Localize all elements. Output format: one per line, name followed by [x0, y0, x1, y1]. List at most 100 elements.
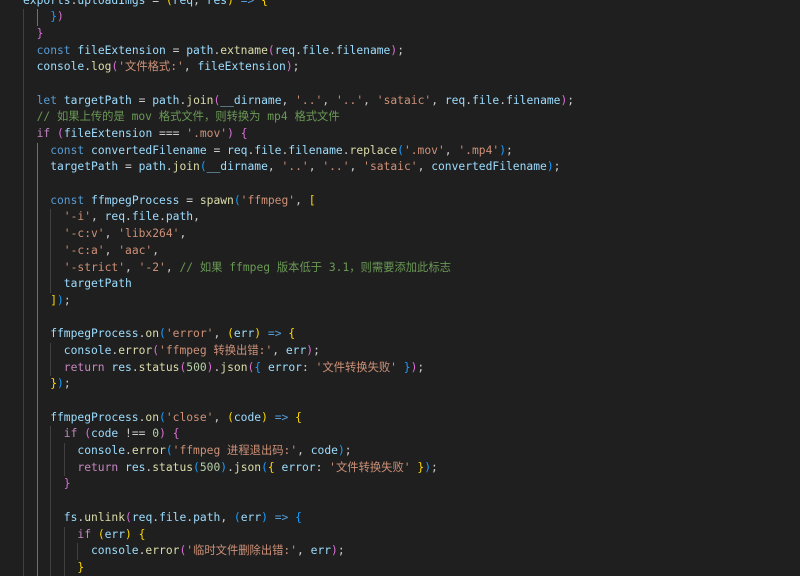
code-token: { — [295, 410, 302, 424]
code-line[interactable]: } — [0, 476, 800, 494]
code-line[interactable]: } — [0, 559, 800, 576]
code-line[interactable] — [0, 393, 800, 410]
indent-guide — [50, 259, 52, 277]
code-line[interactable]: // 如果上传的是 mov 格式文件，则转换为 mp4 格式文件 — [0, 109, 800, 126]
code-line[interactable]: console.error('临时文件删除出错:', err); — [0, 543, 800, 560]
code-line[interactable]: '-c:a', 'aac', — [0, 242, 800, 260]
indent-guide — [23, 92, 24, 110]
code-line[interactable]: targetPath = path.join(__dirname, '..', … — [0, 159, 800, 177]
indent-guide — [50, 493, 52, 510]
indent-guide — [50, 459, 52, 477]
code-token: === — [152, 127, 187, 140]
code-text: '-c:v', 'libx264', — [64, 226, 186, 243]
code-token: '文件格式:' — [118, 60, 184, 74]
code-text: '-i', req.file.path, — [64, 209, 200, 226]
code-line[interactable]: console.error('ffmpeg 转换出错:', err); — [0, 342, 800, 360]
code-line[interactable]: fs.unlink(req.file.path, (err) => { — [0, 509, 800, 527]
code-line[interactable]: exports.uploadImgs = (req, res) => { — [0, 0, 800, 9]
code-editor[interactable]: exports.uploadImgs = (req, res) => {})} c… — [0, 0, 800, 576]
code-token: '..' — [335, 93, 364, 107]
code-token: __dirname — [220, 93, 282, 107]
code-token: ) — [499, 143, 506, 157]
code-token: fileExtension — [63, 127, 153, 140]
code-line[interactable]: console.log('文件格式:', fileExtension); — [0, 59, 800, 76]
code-line[interactable]: if (fileExtension === '.mov') { — [0, 126, 800, 143]
indent-guide — [23, 409, 24, 427]
code-token: ) — [57, 10, 64, 24]
code-line[interactable]: let targetPath = path.join(__dirname, '.… — [0, 92, 800, 110]
indent-guide — [23, 159, 24, 177]
code-line[interactable] — [0, 309, 800, 327]
code-token: file — [131, 210, 160, 224]
code-line[interactable]: return res.status(500).json({ error: '文件… — [0, 359, 800, 377]
code-token: convertedFilename — [431, 160, 547, 174]
indent-guide — [50, 443, 52, 460]
code-line[interactable]: console.error('ffmpeg 进程退出码:', code); — [0, 443, 800, 460]
code-token: , — [363, 93, 377, 107]
indent-guide — [23, 459, 24, 477]
code-token: , — [193, 0, 207, 7]
code-line[interactable] — [0, 176, 800, 193]
code-line[interactable]: }) — [0, 9, 800, 26]
code-text: console.error('ffmpeg 转换出错:', err); — [64, 343, 320, 360]
indent-guide — [50, 509, 52, 527]
code-token: = — [145, 0, 166, 7]
code-text: if (code !== 0) { — [64, 426, 180, 443]
code-token: } — [77, 560, 85, 574]
code-token: console — [36, 60, 85, 74]
code-token: ; — [63, 377, 71, 391]
indent-guide — [23, 142, 24, 160]
code-token: !== — [118, 427, 153, 441]
code-token: ( — [261, 460, 268, 474]
indent-guide — [36, 226, 38, 243]
code-token: => — [233, 0, 255, 7]
code-line[interactable]: '-i', req.file.path, — [0, 209, 800, 227]
indent-guide — [23, 543, 24, 560]
code-token: } — [36, 26, 44, 40]
code-token: { — [240, 127, 248, 140]
code-token: file — [301, 43, 330, 57]
code-line[interactable] — [0, 493, 800, 510]
code-line[interactable]: targetPath — [0, 276, 800, 293]
code-line[interactable] — [0, 75, 800, 93]
code-line[interactable]: const convertedFilename = req.file.filen… — [0, 142, 800, 160]
code-token: ; — [553, 160, 561, 174]
code-token: ) — [227, 127, 234, 140]
code-line[interactable]: ffmpegProcess.on('close', (code) => { — [0, 409, 800, 427]
code-token: ffmpegProcess — [50, 327, 139, 341]
code-token: '.mov' — [403, 143, 445, 157]
code-text: const ffmpegProcess = spawn('ffmpeg', [ — [50, 193, 315, 210]
code-token: // 如果 ffmpeg 版本低于 3.1，则需要添加此标志 — [179, 260, 451, 274]
code-line[interactable]: if (err) { — [0, 526, 800, 544]
code-line[interactable]: return res.status(500).json({ error: '文件… — [0, 459, 800, 477]
code-line[interactable]: const fileExtension = path.extname(req.f… — [0, 42, 800, 60]
code-text: exports.uploadImgs = (req, res) => { — [23, 0, 268, 9]
code-line[interactable]: const ffmpegProcess = spawn('ffmpeg', [ — [0, 192, 800, 210]
code-line[interactable]: }); — [0, 376, 800, 393]
code-token: ffmpegProcess — [91, 193, 180, 207]
code-line[interactable]: '-strict', '-2', // 如果 ffmpeg 版本低于 3.1，则… — [0, 259, 800, 277]
code-token: => — [267, 410, 289, 424]
code-token: ; — [292, 60, 300, 74]
indent-guide — [23, 259, 24, 277]
code-line[interactable]: '-c:v', 'libx264', — [0, 226, 800, 243]
indent-guide — [23, 559, 24, 576]
code-token: { — [172, 427, 180, 441]
code-token: ( — [267, 43, 275, 57]
code-line[interactable]: ]); — [0, 292, 800, 310]
code-token: '-strict' — [63, 260, 126, 274]
code-text: targetPath = path.join(__dirname, '..', … — [50, 159, 560, 176]
code-token: . — [165, 160, 173, 174]
indent-guide — [23, 109, 24, 126]
indent-guide — [50, 342, 52, 360]
code-token: . — [159, 210, 166, 224]
code-line[interactable]: } — [0, 25, 800, 43]
code-text: fs.unlink(req.file.path, (err) => { — [64, 510, 302, 527]
code-token: . — [125, 210, 132, 224]
code-line[interactable]: if (code !== 0) { — [0, 426, 800, 444]
code-line[interactable]: ffmpegProcess.on('error', (err) => { — [0, 326, 800, 343]
